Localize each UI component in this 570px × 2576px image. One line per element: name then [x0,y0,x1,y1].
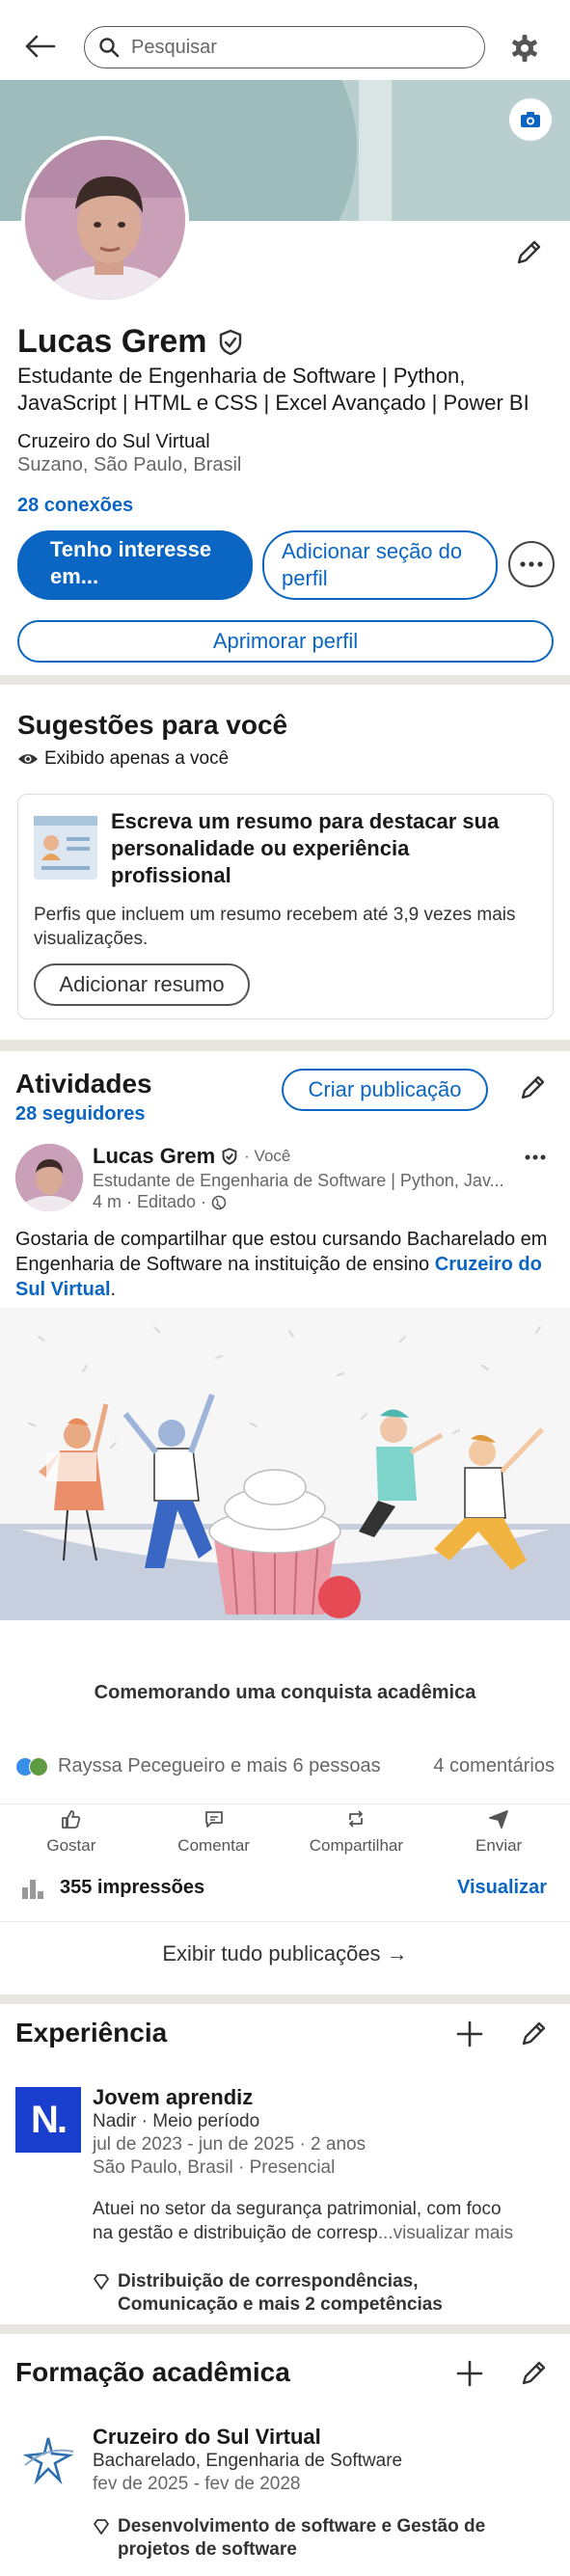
edit-pencil-icon[interactable] [517,2018,550,2050]
activity-title: Atividades [15,1069,152,1098]
reaction-icons [15,1756,52,1777]
education-section: Formação acadêmica Cruzeiro do Sul Virtu… [0,2334,570,2576]
verified-shield-icon [221,1148,238,1165]
comment-icon [204,1808,225,1834]
experience-dates: jul de 2023 - jun de 2025 · 2 anos [93,2134,366,2155]
experience-skills[interactable]: Distribuição de correspondências, Comuni… [118,2270,503,2317]
experience-place: São Paulo, Brasil · Presencial [93,2157,336,2178]
celebration-illustration[interactable] [0,1308,570,1620]
edit-pencil-icon[interactable] [515,1071,550,1105]
suggestions-section: Sugestões para você Exibido apenas a voc… [0,685,570,1040]
search-icon [98,37,120,58]
visibility-note: Exibido apenas a você [44,748,230,769]
view-impressions-link[interactable]: Visualizar [457,1877,547,1899]
education-dates: fev de 2025 - fev de 2028 [93,2474,301,2494]
avatar[interactable] [21,136,189,304]
more-options-icon[interactable] [508,541,555,587]
profile-location: Suzano, São Paulo, Brasil [17,454,242,475]
resume-icon [32,814,99,881]
connections-link[interactable]: 28 conexões [17,495,133,517]
eye-icon [17,751,39,767]
see-more-link[interactable]: ...visualizar mais [378,2223,513,2243]
back-arrow-icon[interactable] [21,27,60,66]
add-section-button[interactable]: Adicionar seção do perfil [262,530,498,600]
education-degree: Bacharelado, Engenharia de Software [93,2451,403,2471]
post-author-name[interactable]: Lucas Grem [93,1144,215,1169]
post-text: Gostaria de compartilhar que estou cursa… [15,1229,548,1300]
skill-diamond-icon [93,2519,110,2536]
profile-card: Pesquisar Lucas Grem Estudante de Engenh… [0,0,570,675]
bar-chart-icon [21,1878,46,1899]
gear-icon[interactable] [505,29,544,68]
thumbs-up-icon [61,1808,82,1834]
camera-icon[interactable] [509,98,552,141]
comments-count[interactable]: 4 comentários [433,1755,555,1777]
search-input[interactable]: Pesquisar [84,26,485,68]
comment-button[interactable]: Comentar [143,1804,285,1856]
education-skills[interactable]: Desenvolvimento de software e Gestão de … [118,2515,542,2562]
profile-school[interactable]: Cruzeiro do Sul Virtual [17,431,210,453]
experience-company: Nadir · Meio período [93,2111,260,2131]
skill-diamond-icon [93,2274,110,2291]
profile-headline: Estudante de Engenharia de Software | Py… [17,364,529,415]
suggestion-card-text: Perfis que incluem um resumo recebem até… [34,905,516,949]
suggestion-card-title: Escreva um resumo para destacar sua pers… [111,809,500,887]
improve-profile-button[interactable]: Aprimorar perfil [17,620,554,663]
create-post-button[interactable]: Criar publicação [282,1069,488,1111]
profile-name: Lucas Grem [17,323,207,360]
post-meta: 4 m · Editado · [93,1192,207,1211]
experience-title: Experiência [15,2018,168,2047]
send-button[interactable]: Enviar [427,1804,570,1856]
show-all-posts-button[interactable]: Exibir tudo publicações → [0,1921,570,1985]
activity-section: Atividades 28 seguidores Criar publicaçã… [0,1051,570,1994]
post-author-avatar[interactable] [15,1144,83,1211]
company-logo[interactable]: N. [15,2087,81,2153]
add-experience-icon[interactable] [453,2018,486,2050]
suggestions-title: Sugestões para você [17,710,288,740]
repost-icon [345,1808,366,1834]
school-logo[interactable] [15,2427,81,2492]
post-actions: Gostar Comentar Compartilhar Enviar [0,1803,570,1856]
suggestion-card: Escreva um resumo para destacar sua pers… [17,794,554,1019]
post-author-headline: Estudante de Engenharia de Software | Py… [93,1171,504,1190]
post-more-icon[interactable] [521,1148,550,1167]
like-button[interactable]: Gostar [0,1804,143,1856]
search-placeholder: Pesquisar [131,36,217,58]
followers-count[interactable]: 28 seguidores [15,1103,146,1125]
impressions-count: 355 impressões [60,1877,205,1898]
edit-pencil-icon[interactable] [517,2357,550,2390]
share-button[interactable]: Compartilhar [285,1804,428,1856]
experience-section: Experiência N. Jovem aprendiz Nadir · Me… [0,2004,570,2324]
edit-pencil-icon[interactable] [511,235,546,270]
post-degree: · Você [244,1147,291,1165]
education-title: Formação acadêmica [15,2357,290,2387]
interest-button[interactable]: Tenho interesse em... [17,530,253,600]
post-image-caption[interactable]: Comemorando uma conquista acadêmica [0,1682,570,1704]
education-school: Cruzeiro do Sul Virtual [93,2425,321,2449]
add-education-icon[interactable] [453,2357,486,2390]
experience-description: Atuei no setor da segurança patrimonial,… [93,2199,514,2243]
globe-icon [211,1195,227,1210]
send-icon [488,1808,509,1834]
add-summary-button[interactable]: Adicionar resumo [34,963,250,1006]
reactions-text[interactable]: Rayssa Pecegueiro e mais 6 pessoas [58,1755,381,1777]
experience-role: Jovem aprendiz [93,2085,254,2109]
verified-shield-icon [217,329,244,356]
